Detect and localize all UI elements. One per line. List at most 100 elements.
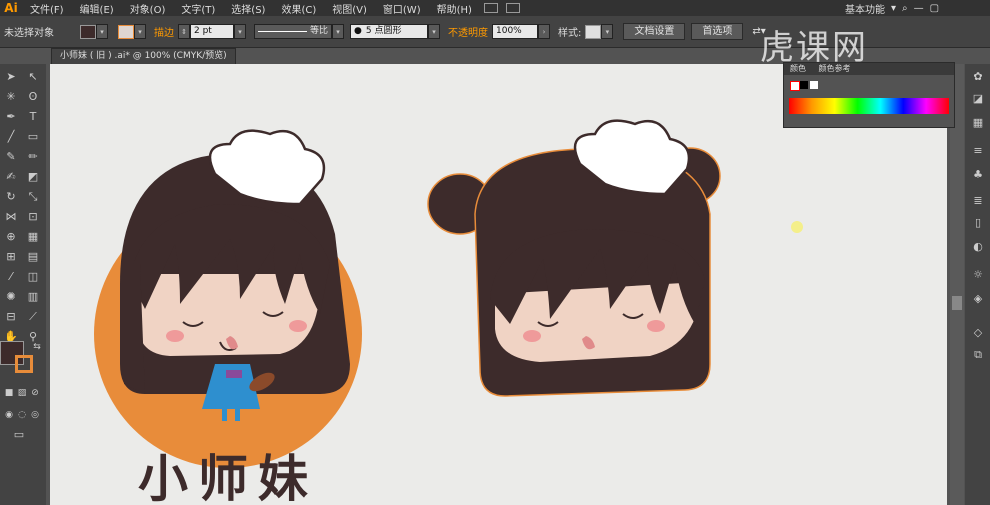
color-mode-icon[interactable]: ■ bbox=[2, 386, 16, 400]
perspective-grid-icon[interactable]: ▦ bbox=[26, 230, 40, 244]
menu-file[interactable]: 文件(F) bbox=[22, 1, 72, 16]
stroke-label[interactable]: 描边 bbox=[154, 24, 174, 39]
opacity-label[interactable]: 不透明度 bbox=[448, 24, 488, 39]
chevron-down-icon[interactable]: ▾ bbox=[234, 24, 246, 39]
watermark-text: 虎课网 bbox=[760, 28, 868, 68]
style-swatch[interactable] bbox=[585, 24, 602, 39]
menu-effect[interactable]: 效果(C) bbox=[273, 1, 324, 16]
stroke-weight[interactable]: ⇕ 2 pt ▾ bbox=[178, 24, 246, 39]
menu-window[interactable]: 窗口(W) bbox=[375, 1, 429, 16]
none-mode-icon[interactable]: ⊘ bbox=[28, 386, 42, 400]
menu-object[interactable]: 对象(O) bbox=[122, 1, 174, 16]
preferences-button[interactable]: 首选项 bbox=[691, 23, 744, 40]
slice-tool-icon[interactable]: ⟋ bbox=[26, 310, 40, 324]
menu-select[interactable]: 选择(S) bbox=[223, 1, 273, 16]
stroke-color-box[interactable] bbox=[15, 355, 33, 373]
free-transform-icon[interactable]: ⊡ bbox=[26, 210, 40, 224]
stroke-dropdown[interactable]: ▾ bbox=[134, 24, 146, 39]
magic-wand-icon[interactable]: ✳ bbox=[4, 90, 18, 104]
graphic-styles-icon[interactable]: ◈ bbox=[971, 292, 985, 306]
document-setup-button[interactable]: 文档设置 bbox=[623, 23, 686, 40]
draw-normal-icon[interactable]: ◉ bbox=[2, 408, 16, 422]
blush-right-right bbox=[647, 320, 665, 332]
direct-selection-tool-icon[interactable]: ↖ bbox=[26, 70, 40, 84]
workspace-label[interactable]: 基本功能 bbox=[845, 1, 885, 16]
artboard-tool-icon[interactable]: ⊟ bbox=[4, 310, 18, 324]
screen-mode-icon[interactable]: ▭ bbox=[12, 428, 26, 442]
transparency-icon[interactable]: ◐ bbox=[971, 240, 985, 254]
eraser-icon[interactable]: ◩ bbox=[26, 170, 40, 184]
stroke-panel-icon[interactable]: ≣ bbox=[971, 194, 985, 208]
bridge-icon[interactable] bbox=[483, 3, 498, 13]
blend-tool-icon[interactable]: ◫ bbox=[26, 270, 40, 284]
line-tool-icon[interactable]: ╱ bbox=[4, 130, 18, 144]
swap-colors-icon[interactable]: ⇆ bbox=[30, 340, 44, 354]
draw-inside-icon[interactable]: ◎ bbox=[28, 408, 42, 422]
draw-behind-icon[interactable]: ◌ bbox=[15, 408, 29, 422]
stepper-icon[interactable]: ⇕ bbox=[178, 24, 190, 39]
none-swatch-icon[interactable] bbox=[790, 81, 800, 91]
eyedropper-icon[interactable]: ⁄ bbox=[4, 270, 18, 284]
layers-icon[interactable]: ◇ bbox=[971, 326, 985, 340]
scale-tool-icon[interactable]: ⤡ bbox=[26, 190, 40, 204]
mesh-tool-icon[interactable]: ⊞ bbox=[4, 250, 18, 264]
pencil-icon[interactable]: ✏ bbox=[26, 150, 40, 164]
minimize-icon[interactable]: — bbox=[914, 3, 924, 14]
lasso-icon[interactable]: ʘ bbox=[26, 90, 40, 104]
selection-tool-icon[interactable]: ➤ bbox=[4, 70, 18, 84]
column-graph-icon[interactable]: ▥ bbox=[26, 290, 40, 304]
rectangle-tool-icon[interactable]: ▭ bbox=[26, 130, 40, 144]
color-guide-icon[interactable]: ◪ bbox=[971, 92, 985, 106]
gradient-mode-icon[interactable]: ▨ bbox=[15, 386, 29, 400]
menu-edit[interactable]: 编辑(E) bbox=[72, 1, 122, 16]
artboards-icon[interactable]: ⧉ bbox=[971, 348, 985, 362]
menu-help[interactable]: 帮助(H) bbox=[429, 1, 480, 16]
brush-label: 5 点圆形 bbox=[365, 26, 402, 36]
search-icon[interactable]: ⌕ bbox=[902, 3, 908, 14]
artboard-canvas[interactable]: 小师妹 bbox=[50, 64, 947, 505]
type-tool-icon[interactable]: T bbox=[26, 110, 40, 124]
fill-swatch[interactable] bbox=[80, 24, 96, 39]
logo-text: 小师妹 bbox=[138, 450, 318, 505]
symbol-sprayer-icon[interactable]: ✺ bbox=[4, 290, 18, 304]
stroke-swatch[interactable] bbox=[118, 24, 134, 39]
opacity-input[interactable]: 100% bbox=[492, 24, 538, 39]
variable-width-profile[interactable]: 等比 bbox=[254, 24, 332, 39]
chevron-down-icon[interactable]: ▾ bbox=[332, 24, 344, 39]
fill-dropdown[interactable]: ▾ bbox=[96, 24, 108, 39]
leg-left bbox=[222, 409, 227, 421]
paintbrush-icon[interactable]: ✎ bbox=[4, 150, 18, 164]
shape-builder-icon[interactable]: ⊕ bbox=[4, 230, 18, 244]
chevron-down-icon[interactable]: ▾ bbox=[601, 24, 614, 39]
swatches-icon[interactable]: ▦ bbox=[971, 116, 985, 130]
brushes-icon[interactable]: ≡ bbox=[971, 144, 985, 158]
color-panel-icon[interactable]: ✿ bbox=[971, 70, 985, 84]
black-swatch[interactable] bbox=[800, 81, 808, 89]
gradient-panel-icon[interactable]: ▯ bbox=[971, 216, 985, 230]
vertical-scrollbar[interactable] bbox=[950, 64, 964, 505]
menu-type[interactable]: 文字(T) bbox=[173, 1, 223, 16]
tools-panel: ➤ ↖ ✳ ʘ ✒ T ╱ ▭ ✎ ✏ ✍ ◩ ↻ ⤡ ⋈ ⊡ ⊕ ▦ ⊞ ▤ … bbox=[0, 64, 46, 505]
pen-tool-icon[interactable]: ✒ bbox=[4, 110, 18, 124]
gradient-tool-icon[interactable]: ▤ bbox=[26, 250, 40, 264]
scrollbar-thumb[interactable] bbox=[952, 296, 962, 310]
style-label: 样式: bbox=[558, 28, 582, 39]
menu-view[interactable]: 视图(V) bbox=[324, 1, 375, 16]
rotate-tool-icon[interactable]: ↻ bbox=[4, 190, 18, 204]
width-tool-icon[interactable]: ⋈ bbox=[4, 210, 18, 224]
white-swatch[interactable] bbox=[810, 81, 818, 89]
maximize-icon[interactable]: ▢ bbox=[930, 3, 939, 14]
profile-line bbox=[258, 31, 307, 32]
brush-definition[interactable]: ● 5 点圆形 bbox=[350, 24, 428, 39]
stroke-weight-input[interactable]: 2 pt bbox=[190, 24, 234, 39]
symbols-icon[interactable]: ♣ bbox=[971, 168, 985, 182]
chevron-right-icon[interactable]: › bbox=[538, 24, 550, 39]
blob-brush-icon[interactable]: ✍ bbox=[4, 170, 18, 184]
color-spectrum[interactable] bbox=[789, 98, 949, 114]
arrange-documents-icon[interactable] bbox=[505, 3, 520, 13]
chevron-down-icon[interactable]: ▾ bbox=[428, 24, 440, 39]
document-tab[interactable]: 小师妹 ( 旧 ) .ai* @ 100% (CMYK/预览) bbox=[51, 48, 236, 64]
brush-dot-icon: ● bbox=[354, 26, 362, 36]
appearance-icon[interactable]: ☼ bbox=[971, 268, 985, 282]
workspace-switcher[interactable]: 基本功能 ▾ ⌕ — ▢ bbox=[845, 0, 939, 16]
